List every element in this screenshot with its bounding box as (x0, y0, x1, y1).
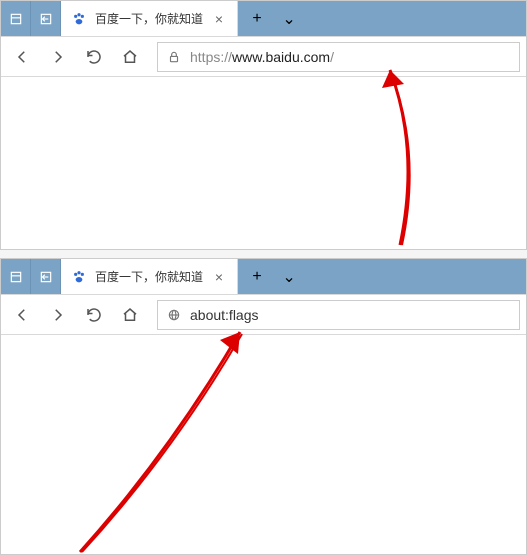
refresh-button[interactable] (79, 300, 109, 330)
url-path: / (330, 49, 334, 65)
lock-icon (166, 49, 182, 65)
address-bar[interactable]: https://www.baidu.com/ (157, 42, 520, 72)
refresh-button[interactable] (79, 42, 109, 72)
browser-window-2: 百度一下，你就知道 × + ⌄ about:flags (0, 258, 527, 555)
url-text: https://www.baidu.com/ (190, 49, 511, 65)
tabs-menu-button[interactable]: ⌄ (276, 6, 302, 32)
tabs-menu-button[interactable]: ⌄ (276, 264, 302, 290)
set-aside-tabs-button[interactable] (31, 1, 61, 36)
url-host: www.baidu.com (232, 49, 330, 65)
address-bar[interactable]: about:flags (157, 300, 520, 330)
close-tab-button[interactable]: × (211, 269, 227, 285)
new-tab-button[interactable]: + (244, 264, 270, 290)
home-button[interactable] (115, 300, 145, 330)
back-button[interactable] (7, 42, 37, 72)
tab-title: 百度一下，你就知道 (95, 10, 203, 27)
navbar: https://www.baidu.com/ (1, 37, 526, 77)
globe-icon (166, 307, 182, 323)
back-button[interactable] (7, 300, 37, 330)
url-text: about:flags (190, 307, 511, 323)
tab-title: 百度一下，你就知道 (95, 268, 203, 285)
sidebar-toggle-button[interactable] (1, 1, 31, 36)
paw-icon (71, 269, 87, 285)
tab-strip-actions: + ⌄ (238, 259, 526, 294)
sidebar-toggle-button[interactable] (1, 259, 31, 294)
forward-button[interactable] (43, 300, 73, 330)
browser-tab[interactable]: 百度一下，你就知道 × (61, 1, 238, 36)
forward-button[interactable] (43, 42, 73, 72)
browser-window-1: 百度一下，你就知道 × + ⌄ https://www.baidu.com/ (0, 0, 527, 250)
set-aside-tabs-button[interactable] (31, 259, 61, 294)
titlebar: 百度一下，你就知道 × + ⌄ (1, 259, 526, 295)
navbar: about:flags (1, 295, 526, 335)
new-tab-button[interactable]: + (244, 6, 270, 32)
page-content (1, 335, 526, 554)
close-tab-button[interactable]: × (211, 11, 227, 27)
tab-strip-actions: + ⌄ (238, 1, 526, 36)
browser-tab[interactable]: 百度一下，你就知道 × (61, 259, 238, 294)
url-protocol: https:// (190, 49, 232, 65)
paw-icon (71, 11, 87, 27)
home-button[interactable] (115, 42, 145, 72)
page-content (1, 77, 526, 249)
titlebar: 百度一下，你就知道 × + ⌄ (1, 1, 526, 37)
